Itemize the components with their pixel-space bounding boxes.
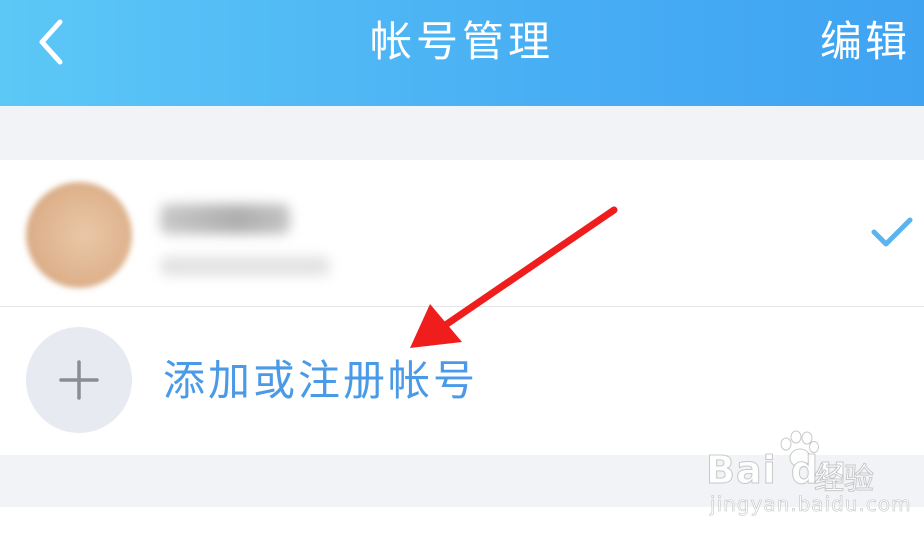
account-row[interactable] — [0, 160, 924, 306]
avatar — [26, 182, 132, 288]
section-spacer-bottom — [0, 455, 924, 507]
account-name-blurred — [160, 204, 290, 234]
top-nav-bar: 帐号管理 编辑 — [0, 0, 924, 106]
section-spacer — [0, 106, 924, 160]
checkmark-icon — [871, 217, 913, 247]
account-list: 添加或注册帐号 — [0, 160, 924, 455]
add-account-label[interactable]: 添加或注册帐号 — [163, 355, 478, 407]
bottom-strip — [0, 507, 924, 534]
add-account-row[interactable]: 添加或注册帐号 — [0, 307, 924, 455]
add-account-button[interactable] — [26, 327, 132, 433]
page-title: 帐号管理 — [369, 17, 554, 66]
account-id-blurred — [160, 256, 330, 276]
plus-icon — [59, 360, 99, 400]
edit-button[interactable]: 编辑 — [820, 12, 910, 72]
